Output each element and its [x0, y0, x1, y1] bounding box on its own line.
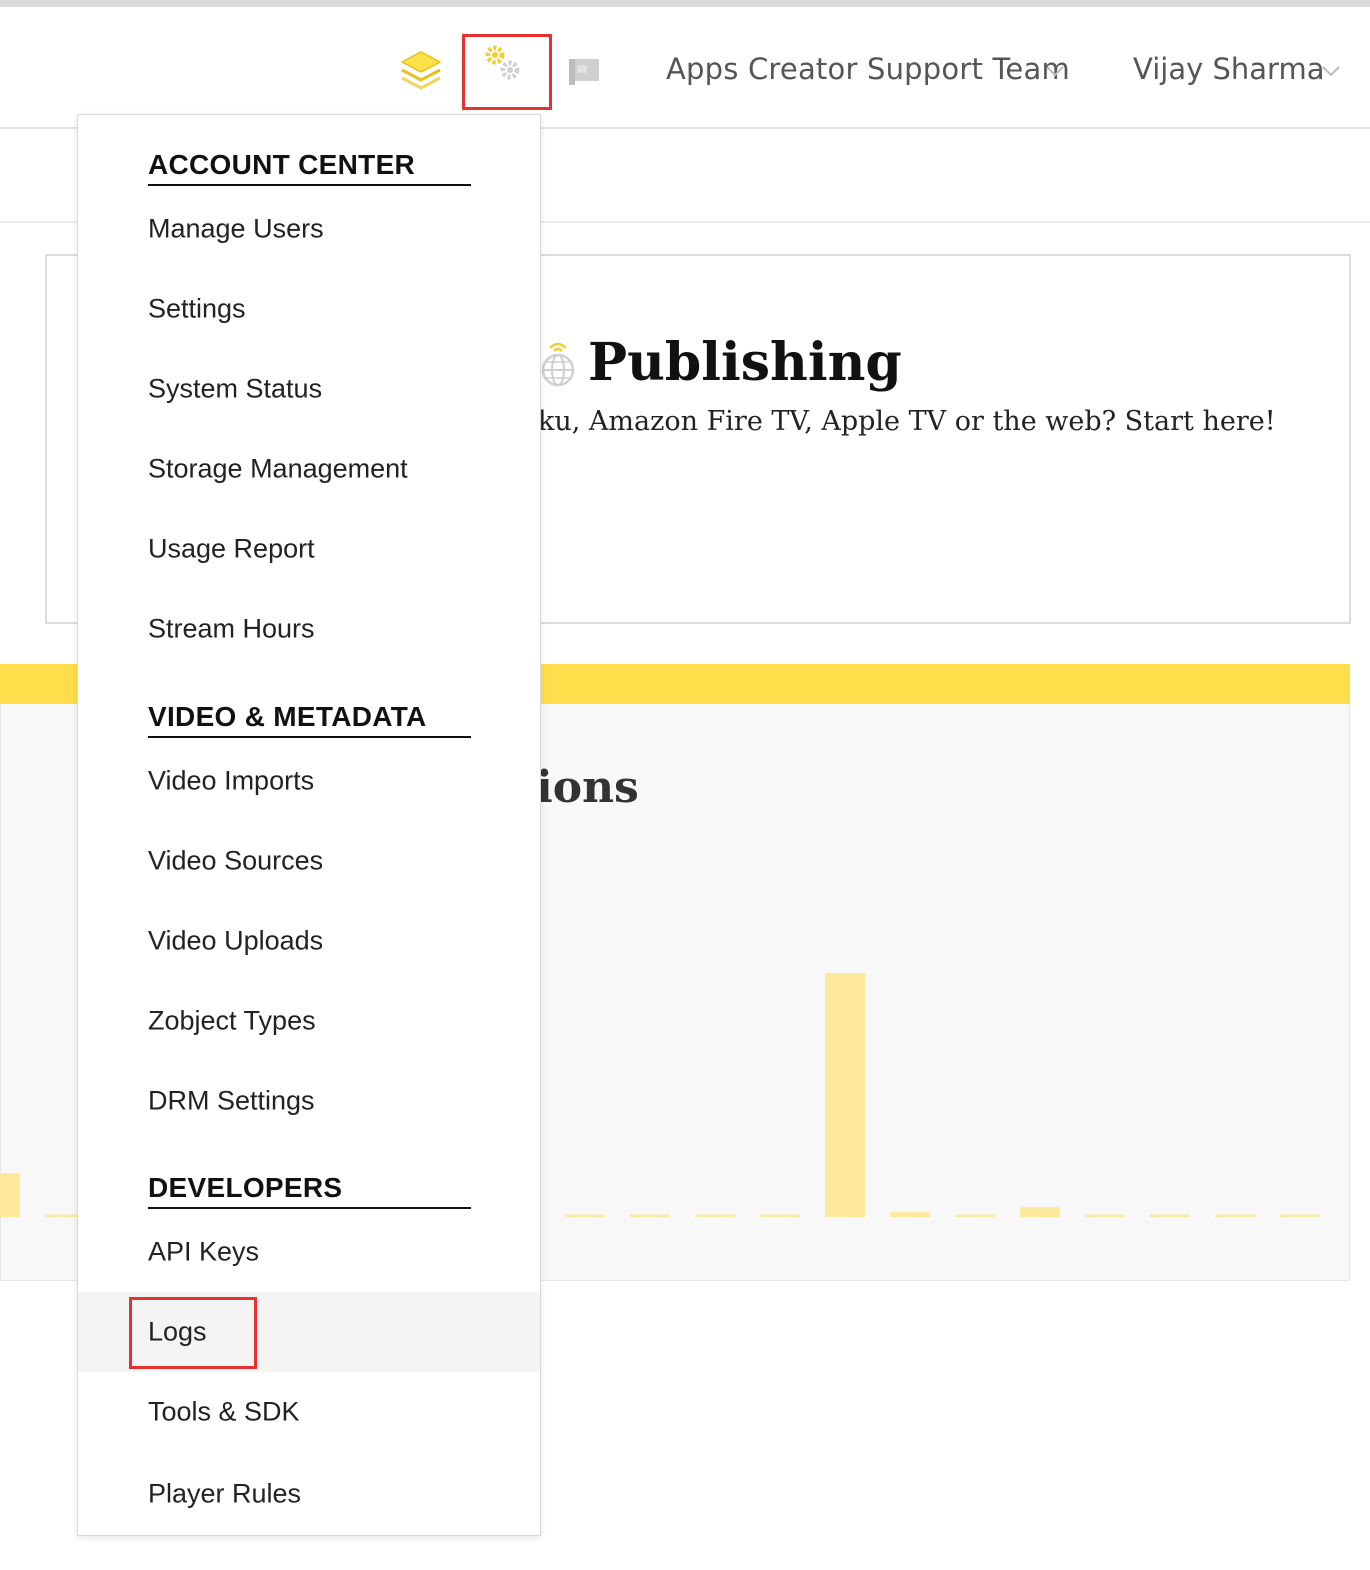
menu-item-usage-report[interactable]: Usage Report: [78, 509, 540, 589]
section-title-developers: DEVELOPERS: [148, 1172, 471, 1209]
chart-bar: [760, 1214, 800, 1217]
globe-wifi-icon: [541, 342, 575, 387]
menu-item-video-imports[interactable]: Video Imports: [78, 741, 540, 821]
menu-item-label: Player Rules: [148, 1478, 302, 1509]
panel-title: ions: [536, 762, 639, 813]
chart-bar: [890, 1212, 930, 1217]
menu-item-stream-hours[interactable]: Stream Hours: [78, 589, 540, 669]
menu-item-video-uploads[interactable]: Video Uploads: [78, 901, 540, 981]
menu-item-label: DRM Settings: [148, 1085, 315, 1116]
menu-item-label: Video Imports: [148, 765, 315, 796]
menu-item-settings[interactable]: Settings: [78, 269, 540, 349]
menu-item-label: Manage Users: [148, 213, 324, 244]
chevron-down-icon[interactable]: [1320, 60, 1342, 82]
chevron-down-icon[interactable]: [1044, 60, 1066, 82]
menu-item-label: Settings: [148, 293, 246, 324]
team-switcher[interactable]: Apps Creator Support Team: [666, 52, 1070, 86]
layers-icon[interactable]: [396, 46, 446, 96]
menu-item-tools-sdk[interactable]: Tools & SDK: [78, 1372, 540, 1452]
chart-bar: [825, 973, 865, 1217]
menu-item-manage-users[interactable]: Manage Users: [78, 189, 540, 269]
publishing-subtitle: ku, Amazon Fire TV, Apple TV or the web?…: [538, 406, 1276, 437]
menu-item-label: Video Uploads: [148, 925, 324, 956]
chart-bar: [1020, 1207, 1060, 1217]
logs-highlight-box: [129, 1297, 257, 1369]
menu-item-zobject-types[interactable]: Zobject Types: [78, 981, 540, 1061]
menu-item-player-rules[interactable]: Player Rules: [78, 1454, 540, 1534]
menu-item-label: Tools & SDK: [148, 1396, 300, 1427]
chart-bar: [1085, 1214, 1125, 1217]
menu-item-api-keys[interactable]: API Keys: [78, 1212, 540, 1292]
section-title-video-metadata: VIDEO & METADATA: [148, 701, 471, 738]
menu-item-system-status[interactable]: System Status: [78, 349, 540, 429]
menu-item-label: System Status: [148, 373, 323, 404]
gears-highlight-box: [462, 34, 552, 110]
chart-bar: [695, 1214, 735, 1217]
chart-bar: [1280, 1214, 1320, 1217]
chart-bar: [1150, 1214, 1190, 1217]
menu-item-label: API Keys: [148, 1236, 260, 1267]
menu-item-label: Zobject Types: [148, 1005, 316, 1036]
user-menu[interactable]: Vijay Sharma: [1133, 52, 1324, 86]
flag-icon[interactable]: [560, 46, 610, 96]
menu-item-label: Storage Management: [148, 453, 408, 484]
menu-item-label: Video Sources: [148, 845, 324, 876]
top-bar: Apps Creator Support Team Vijay Sharma: [0, 8, 1370, 129]
section-title-account-center: ACCOUNT CENTER: [148, 149, 471, 186]
chart-bar: [1215, 1214, 1255, 1217]
chart-bar: [565, 1214, 605, 1217]
menu-item-drm-settings[interactable]: DRM Settings: [78, 1061, 540, 1141]
chart-bar: [955, 1214, 995, 1217]
browser-top-edge: [0, 0, 1370, 8]
menu-item-storage-management[interactable]: Storage Management: [78, 429, 540, 509]
chart-bar: [630, 1214, 670, 1217]
menu-item-label: Usage Report: [148, 533, 315, 564]
menu-item-video-sources[interactable]: Video Sources: [78, 821, 540, 901]
publishing-title: Publishing: [588, 332, 902, 393]
chart-bar: [0, 1173, 20, 1217]
menu-item-label: Stream Hours: [148, 613, 315, 644]
